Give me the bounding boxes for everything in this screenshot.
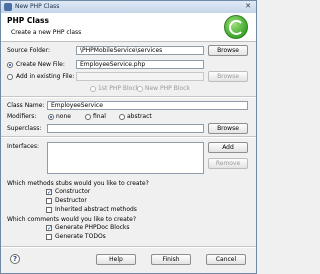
existing-file-browse-button[interactable]: Browse [208, 71, 248, 82]
interfaces-add-button[interactable]: Add [208, 142, 248, 153]
constructor-label: Constructor [55, 188, 91, 195]
help-icon[interactable]: ? [10, 254, 20, 264]
separator [1, 96, 256, 98]
window-title: New PHP Class [15, 3, 60, 10]
modifier-final-radio[interactable] [85, 114, 91, 120]
constructor-checkbox[interactable]: ✓ [46, 189, 52, 196]
source-folder-browse-button[interactable]: Browse [208, 45, 248, 56]
add-existing-file-label: Add in existing File: [16, 73, 75, 80]
dialog-window: New PHP Class ✕ PHP Class Create a new P… [0, 0, 257, 274]
interfaces-list[interactable] [47, 142, 204, 174]
superclass-label: Superclass: [7, 125, 42, 132]
add-existing-file-input[interactable] [76, 72, 204, 81]
help-button[interactable]: Help [96, 254, 136, 265]
modifier-none-radio[interactable] [48, 114, 54, 120]
destructor-label: Destructor [55, 197, 87, 204]
source-folder-input[interactable]: \PHPMobileService\services [76, 46, 204, 55]
app-icon [4, 3, 12, 11]
separator [1, 136, 256, 138]
class-name-input[interactable]: EmployeeService [47, 101, 248, 110]
inherited-abstract-label: Inherited abstract methods [55, 206, 137, 213]
php-class-logo-icon [224, 15, 248, 39]
method-stubs-question: Which methods stubs would you like to cr… [7, 180, 149, 187]
finish-button[interactable]: Finish [151, 254, 191, 265]
create-new-file-radio[interactable] [7, 62, 13, 68]
interfaces-remove-button[interactable]: Remove [208, 158, 248, 169]
banner-title: PHP Class [7, 16, 49, 25]
banner-subtitle: Create a new PHP class [11, 29, 82, 36]
first-php-block-radio[interactable] [90, 86, 96, 92]
modifiers-label: Modifiers: [7, 113, 37, 120]
modifier-final-label: final [93, 113, 106, 120]
new-php-block-radio[interactable] [137, 86, 143, 92]
wizard-banner: PHP Class Create a new PHP class [1, 13, 256, 42]
phpdoc-checkbox[interactable]: ✓ [46, 225, 52, 232]
interfaces-label: Interfaces: [7, 143, 40, 150]
cancel-button[interactable]: Cancel [206, 254, 246, 265]
todos-checkbox[interactable] [46, 234, 52, 240]
first-php-block-label: 1st PHP Block [98, 85, 140, 92]
create-new-file-input[interactable]: EmployeeService.php [76, 60, 204, 69]
superclass-input[interactable] [47, 124, 204, 133]
modifier-none-label: none [56, 113, 71, 120]
modifier-abstract-label: abstract [127, 113, 152, 120]
close-icon[interactable]: ✕ [243, 2, 253, 11]
modifier-abstract-radio[interactable] [119, 114, 125, 120]
new-php-block-label: New PHP Block [145, 85, 190, 92]
phpdoc-label: Generate PHPDoc Blocks [55, 224, 130, 231]
superclass-browse-button[interactable]: Browse [208, 123, 248, 134]
add-existing-file-radio[interactable] [7, 74, 13, 80]
destructor-checkbox[interactable] [46, 198, 52, 204]
class-name-label: Class Name: [7, 102, 45, 109]
inherited-abstract-checkbox[interactable] [46, 207, 52, 213]
comments-question: Which comments would you like to create? [7, 216, 136, 223]
source-folder-label: Source Folder: [7, 47, 50, 54]
todos-label: Generate TODOs [55, 233, 106, 240]
title-bar[interactable]: New PHP Class ✕ [1, 1, 256, 13]
create-new-file-label: Create New File: [16, 61, 65, 68]
separator [1, 246, 256, 248]
